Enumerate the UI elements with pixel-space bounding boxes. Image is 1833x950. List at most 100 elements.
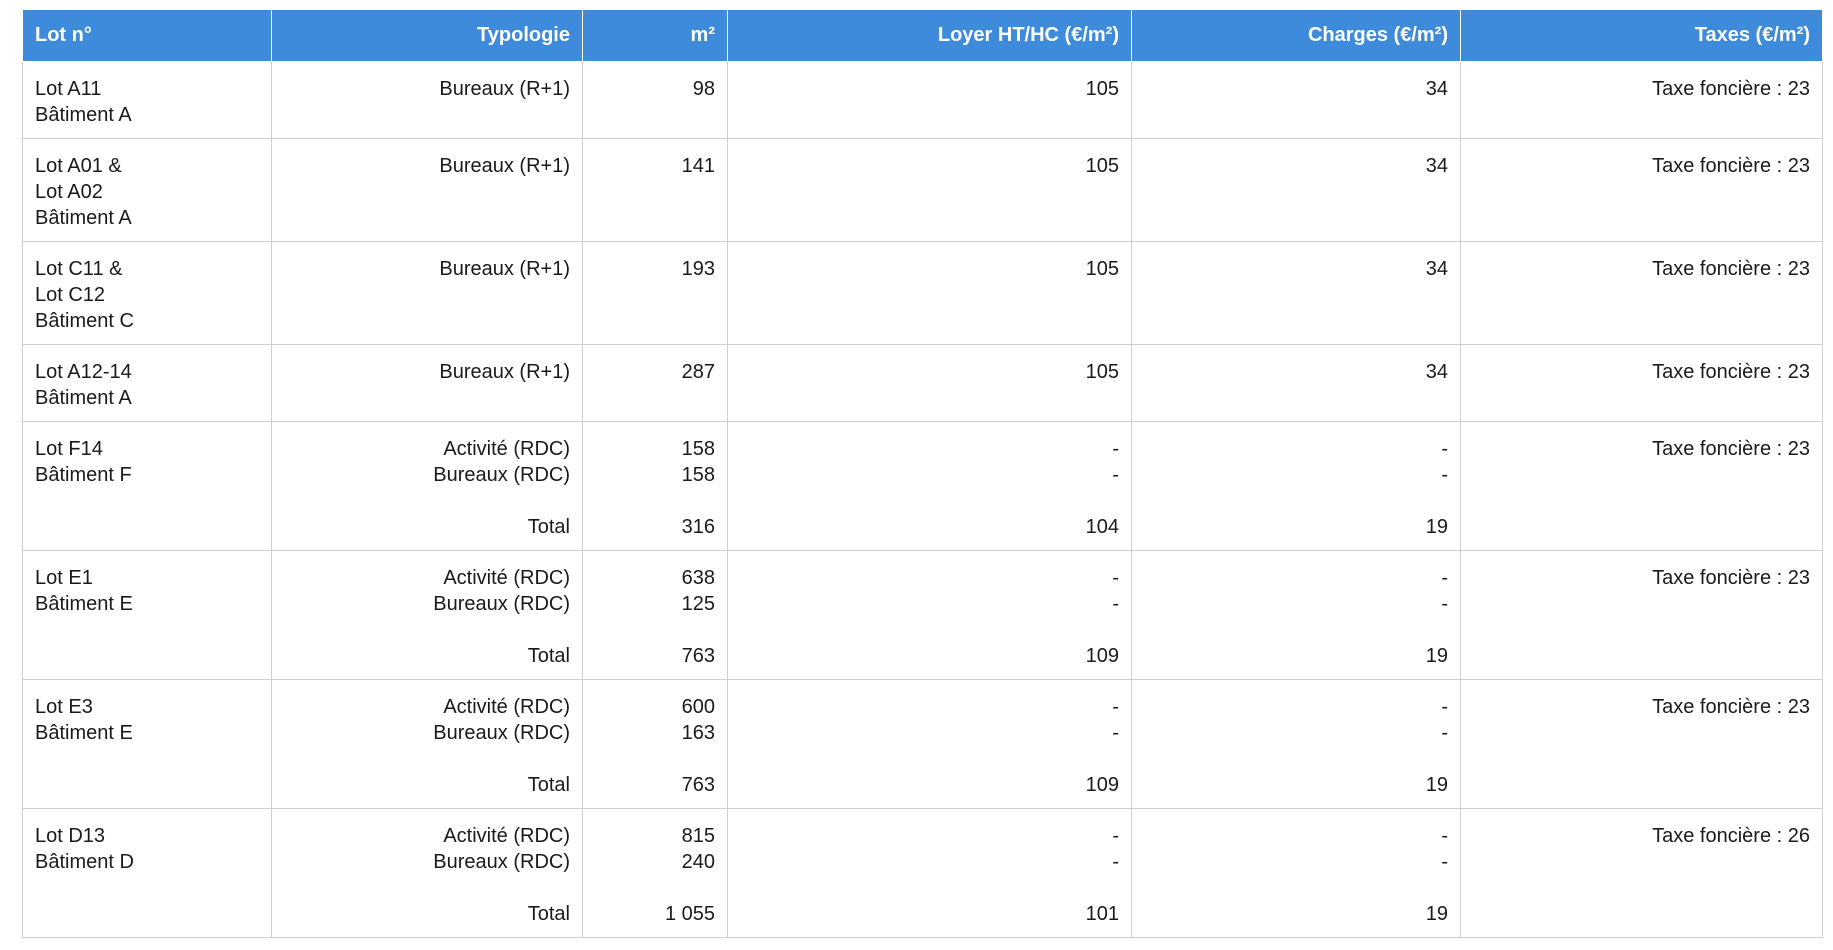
cell-typologie-line — [284, 617, 570, 643]
cell-typologie-line: Bureaux (R+1) — [439, 258, 570, 280]
cell-loyer-line: 109 — [1085, 645, 1119, 667]
cell-m2-line: 125 — [681, 593, 715, 615]
cell-taxes-line: Taxe foncière : 23 — [1652, 567, 1810, 589]
table-row: Lot A12-14 Bâtiment A Bureaux (R+1) 287 105 3… — [22, 344, 1823, 422]
cell-charges-line: - — [1441, 825, 1448, 847]
cell-typologie-line: Bureaux (R+1) — [439, 361, 570, 383]
cell-m2-line: 763 — [681, 645, 715, 667]
header-row: Lot n° Typologie m² Loyer HT/HC (€/m²) C… — [22, 9, 1823, 62]
cell-lot-line: Lot A11 — [35, 78, 102, 100]
cell-loyer-line: - — [1112, 851, 1119, 873]
cell-loyer: 105 — [727, 241, 1132, 345]
header-lot: Lot n° — [22, 9, 272, 62]
cell-m2: 287 — [582, 344, 728, 422]
cell-m2: 638 125 763 — [582, 550, 728, 680]
cell-m2: 193 — [582, 241, 728, 345]
cell-taxes-line: Taxe foncière : 23 — [1652, 258, 1810, 280]
cell-m2-line: 815 — [681, 825, 715, 847]
lots-table: Lot n° Typologie m² Loyer HT/HC (€/m²) C… — [22, 9, 1823, 938]
table-row: Lot F14 Bâtiment F Activité (RDC) Bureaux (… — [22, 421, 1823, 551]
cell-charges-line — [1144, 488, 1448, 514]
cell-charges-line: - — [1441, 593, 1448, 615]
cell-m2-line: 240 — [681, 851, 715, 873]
cell-lot-line: Bâtiment E — [35, 722, 133, 744]
table-row: Lot A01 & Lot A02 Bâtiment A Bureaux (R+1) 1… — [22, 138, 1823, 242]
header-taxes: Taxes (€/m²) — [1460, 9, 1823, 62]
cell-typologie-line: Activité (RDC) — [443, 567, 570, 589]
cell-loyer-line — [740, 875, 1119, 901]
cell-loyer: - - 109 — [727, 550, 1132, 680]
cell-typologie-line — [284, 746, 570, 772]
cell-loyer: - - 109 — [727, 679, 1132, 809]
cell-typologie: Bureaux (R+1) — [271, 344, 583, 422]
cell-typologie-line — [284, 488, 570, 514]
cell-typologie-line: Total — [527, 645, 570, 667]
cell-charges: 34 — [1131, 241, 1461, 345]
cell-charges: - - 19 — [1131, 421, 1461, 551]
cell-loyer-line: - — [1112, 464, 1119, 486]
cell-loyer-line: 105 — [1085, 258, 1119, 280]
cell-lot-line: Lot E1 — [35, 567, 93, 589]
cell-loyer-line: - — [1112, 825, 1119, 847]
cell-typologie-line: Bureaux (RDC) — [433, 464, 570, 486]
cell-lot: Lot A11 Bâtiment A — [22, 61, 272, 139]
cell-charges-line: 34 — [1425, 258, 1448, 280]
cell-charges: - - 19 — [1131, 808, 1461, 938]
cell-charges-line: 19 — [1425, 645, 1448, 667]
cell-charges-line: 19 — [1425, 516, 1448, 538]
cell-charges-line: 34 — [1425, 78, 1448, 100]
cell-taxes-line: Taxe foncière : 23 — [1652, 438, 1810, 460]
cell-loyer-line: 105 — [1085, 155, 1119, 177]
cell-charges-line: 19 — [1425, 903, 1448, 925]
cell-loyer: - - 101 — [727, 808, 1132, 938]
cell-m2: 815 240 1 055 — [582, 808, 728, 938]
cell-m2-line: 600 — [681, 696, 715, 718]
cell-lot-line: Lot C12 — [35, 284, 106, 306]
cell-lot-line: Bâtiment F — [35, 464, 132, 486]
cell-lot: Lot D13 Bâtiment D — [22, 808, 272, 938]
cell-typologie: Activité (RDC) Bureaux (RDC) Total — [271, 550, 583, 680]
cell-taxes-line: Taxe foncière : 23 — [1652, 155, 1810, 177]
cell-charges: 34 — [1131, 138, 1461, 242]
cell-lot: Lot A12-14 Bâtiment A — [22, 344, 272, 422]
cell-charges: 34 — [1131, 344, 1461, 422]
cell-taxes-line: Taxe foncière : 23 — [1652, 696, 1810, 718]
cell-loyer-line: 105 — [1085, 78, 1119, 100]
cell-charges-line: - — [1441, 567, 1448, 589]
cell-loyer-line — [740, 746, 1119, 772]
cell-m2-line: 638 — [681, 567, 715, 589]
cell-typologie: Bureaux (R+1) — [271, 138, 583, 242]
cell-charges-line: - — [1441, 464, 1448, 486]
cell-taxes: Taxe foncière : 23 — [1460, 550, 1823, 680]
cell-charges-line — [1144, 617, 1448, 643]
cell-typologie-line: Total — [527, 774, 570, 796]
cell-typologie-line: Bureaux (R+1) — [439, 155, 570, 177]
cell-lot: Lot F14 Bâtiment F — [22, 421, 272, 551]
cell-lot-line: Bâtiment D — [35, 851, 134, 873]
cell-taxes-line: Taxe foncière : 23 — [1652, 361, 1810, 383]
table-row: Lot D13 Bâtiment D Activité (RDC) Bureaux (… — [22, 808, 1823, 938]
table-body: Lot A11 Bâtiment A Bureaux (R+1) 98 105 34 Tax… — [22, 61, 1823, 938]
cell-m2-line: 316 — [681, 516, 715, 538]
cell-m2-line: 163 — [681, 722, 715, 744]
cell-typologie-line: Bureaux (RDC) — [433, 851, 570, 873]
cell-loyer: - - 104 — [727, 421, 1132, 551]
cell-loyer: 105 — [727, 344, 1132, 422]
table-row: Lot E3 Bâtiment E Activité (RDC) Bureaux (R… — [22, 679, 1823, 809]
cell-lot-line: Bâtiment A — [35, 207, 132, 229]
cell-taxes: Taxe foncière : 23 — [1460, 241, 1823, 345]
cell-loyer-line — [740, 488, 1119, 514]
cell-lot: Lot A01 & Lot A02 Bâtiment A — [22, 138, 272, 242]
cell-loyer-line — [740, 617, 1119, 643]
cell-lot-line: Lot E3 — [35, 696, 93, 718]
cell-taxes: Taxe foncière : 23 — [1460, 138, 1823, 242]
cell-lot-line: Bâtiment E — [35, 593, 133, 615]
cell-typologie: Activité (RDC) Bureaux (RDC) Total — [271, 808, 583, 938]
cell-loyer-line: 101 — [1085, 903, 1119, 925]
cell-taxes-line: Taxe foncière : 26 — [1652, 825, 1810, 847]
cell-typologie-line — [284, 875, 570, 901]
cell-taxes: Taxe foncière : 23 — [1460, 679, 1823, 809]
cell-lot-line: Lot A01 & — [35, 155, 122, 177]
cell-taxes: Taxe foncière : 23 — [1460, 61, 1823, 139]
cell-typologie-line: Total — [527, 516, 570, 538]
